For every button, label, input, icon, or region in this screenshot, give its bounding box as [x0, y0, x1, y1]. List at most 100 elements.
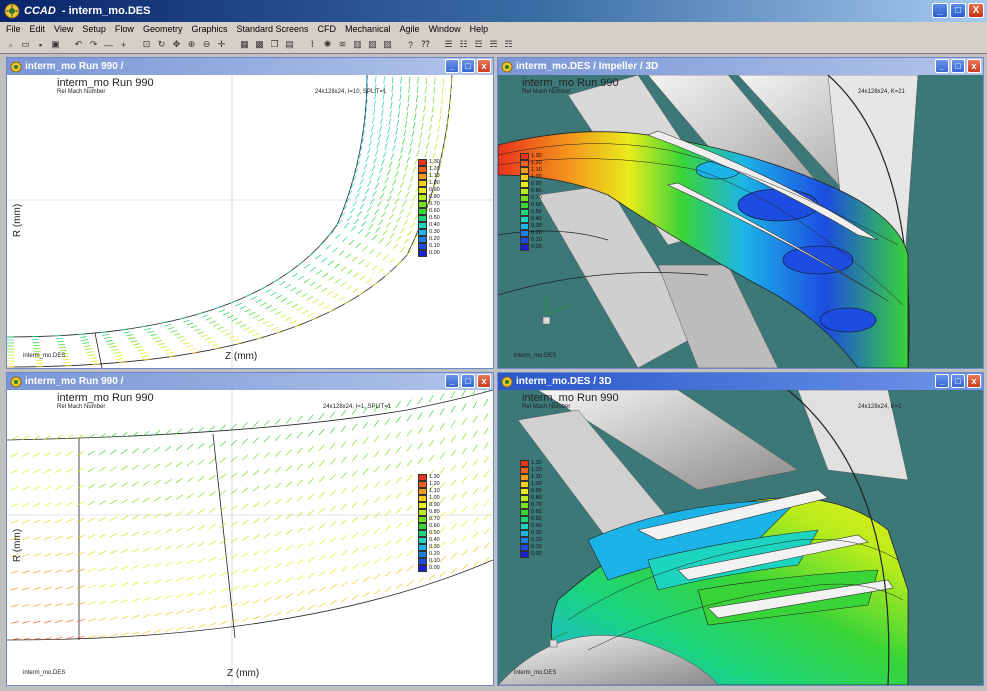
- legend-value: 0.00: [531, 244, 542, 250]
- velocity-vector: [373, 558, 381, 565]
- window-maximize-button[interactable]: □: [951, 374, 965, 388]
- run-title: interm_mo Run 990: [57, 392, 154, 404]
- legend-entry: 0.60: [418, 208, 442, 215]
- layout2-icon[interactable]: ☷: [457, 38, 470, 51]
- window-meridional-bottom[interactable]: interm_mo Run 990 / _ □ x interm_mo Run …: [6, 372, 494, 686]
- window-title-bar[interactable]: interm_mo Run 990 / _ □ x: [7, 58, 493, 75]
- grid-icon[interactable]: ▦: [238, 38, 251, 51]
- velocity-vector: [472, 444, 478, 452]
- window-minimize-button[interactable]: _: [935, 59, 949, 73]
- velocity-vector: [98, 500, 107, 505]
- save-icon[interactable]: ▪: [34, 38, 47, 51]
- window-close-button[interactable]: x: [967, 59, 981, 73]
- new-icon[interactable]: ▫: [4, 38, 17, 51]
- velocity-vector: [98, 584, 107, 588]
- menu-setup[interactable]: Setup: [82, 24, 106, 34]
- move-icon[interactable]: ✛: [215, 38, 228, 51]
- menu-graphics[interactable]: Graphics: [191, 24, 227, 34]
- file-label: interm_mo.DES: [514, 353, 557, 359]
- zoom-out-icon[interactable]: ⊖: [200, 38, 213, 51]
- flow-icon[interactable]: ≋: [336, 38, 349, 51]
- velocity-vector: [318, 602, 326, 608]
- velocity-vector: [406, 429, 412, 437]
- velocity-vector: [43, 502, 52, 507]
- report-icon[interactable]: ▨: [381, 38, 394, 51]
- window-maximize-button[interactable]: □: [461, 374, 475, 388]
- window-minimize-button[interactable]: _: [935, 374, 949, 388]
- velocity-vector: [208, 425, 216, 432]
- open-icon[interactable]: ▭: [19, 38, 32, 51]
- meridional-vector-plot[interactable]: interm_mo Run 990 Rel Mach Number 24x128…: [7, 390, 493, 685]
- window-close-button[interactable]: x: [477, 59, 491, 73]
- window-close-button[interactable]: x: [967, 374, 981, 388]
- menu-file[interactable]: File: [6, 24, 21, 34]
- print-icon[interactable]: ▣: [49, 38, 62, 51]
- legend-value: 0.40: [429, 222, 440, 228]
- mesh-icon[interactable]: ▩: [253, 38, 266, 51]
- app-title-bar: CCAD - interm_mo.DES _ □ X: [0, 0, 987, 22]
- window-minimize-button[interactable]: _: [445, 59, 459, 73]
- menu-cfd[interactable]: CFD: [318, 24, 337, 34]
- help-icon[interactable]: ?: [404, 38, 417, 51]
- menu-window[interactable]: Window: [429, 24, 461, 34]
- velocity-vector: [197, 492, 205, 498]
- zoom-box-icon[interactable]: ⊡: [140, 38, 153, 51]
- stage-icon[interactable]: ▥: [351, 38, 364, 51]
- meridional-vector-plot[interactable]: interm_mo Run 990 Rel Mach Number 24x128…: [7, 75, 493, 368]
- window-title-bar[interactable]: interm_mo Run 990 / _ □ x: [7, 373, 493, 390]
- minus-icon[interactable]: —: [102, 38, 115, 51]
- menu-edit[interactable]: Edit: [30, 24, 46, 34]
- velocity-vector: [175, 577, 184, 582]
- menu-geometry[interactable]: Geometry: [143, 24, 183, 34]
- plus-icon[interactable]: +: [117, 38, 130, 51]
- legend-entry: 0.00: [418, 565, 442, 572]
- velocity-vector: [21, 587, 30, 591]
- full-3d-view[interactable]: interm_mo Run 990 Rel Mach Number 24x128…: [498, 390, 983, 685]
- velocity-vector: [280, 314, 287, 318]
- rotate-icon[interactable]: ↻: [155, 38, 168, 51]
- window-title-bar[interactable]: interm_mo.DES / Impeller / 3D _ □ x: [498, 58, 983, 75]
- window-close-button[interactable]: x: [477, 374, 491, 388]
- menu-flow[interactable]: Flow: [115, 24, 134, 34]
- velocity-vector: [175, 527, 183, 533]
- window-title-bar[interactable]: interm_mo.DES / 3D _ □ x: [498, 373, 983, 390]
- velocity-vector: [439, 393, 445, 401]
- menu-mechanical[interactable]: Mechanical: [345, 24, 391, 34]
- impeller-icon[interactable]: ✺: [321, 38, 334, 51]
- redo-icon[interactable]: ↷: [87, 38, 100, 51]
- menu-standard-screens[interactable]: Standard Screens: [236, 24, 308, 34]
- window-impeller-3d[interactable]: interm_mo.DES / Impeller / 3D _ □ x inte…: [497, 57, 984, 369]
- window-maximize-button[interactable]: □: [951, 59, 965, 73]
- velocity-vector: [109, 633, 118, 637]
- chart-icon[interactable]: ▧: [366, 38, 379, 51]
- layout1-icon[interactable]: ☰: [442, 38, 455, 51]
- paste-icon[interactable]: ▤: [283, 38, 296, 51]
- legend-entry: 0.50: [520, 209, 544, 216]
- window-meridional-top[interactable]: interm_mo Run 990 / _ □ x interm_mo Run …: [6, 57, 494, 369]
- velocity-vector: [377, 200, 382, 208]
- velocity-vector: [208, 605, 217, 611]
- copy-icon[interactable]: ❐: [268, 38, 281, 51]
- minimize-button[interactable]: _: [932, 3, 948, 18]
- layout3-icon[interactable]: ☲: [472, 38, 485, 51]
- impeller-3d-view[interactable]: interm_mo Run 990 Rel Mach Number 24x128…: [498, 75, 983, 368]
- window-minimize-button[interactable]: _: [445, 374, 459, 388]
- velocity-vector: [366, 206, 372, 213]
- close-button[interactable]: X: [968, 3, 984, 18]
- pan-icon[interactable]: ✥: [170, 38, 183, 51]
- layout5-icon[interactable]: ☶: [502, 38, 515, 51]
- menu-agile[interactable]: Agile: [400, 24, 420, 34]
- window-full-3d[interactable]: interm_mo.DES / 3D _ □ x interm_mo Run 9…: [497, 372, 984, 686]
- layout4-icon[interactable]: ☴: [487, 38, 500, 51]
- zoom-in-icon[interactable]: ⊕: [185, 38, 198, 51]
- menu-view[interactable]: View: [54, 24, 73, 34]
- legend-value: 0.70: [531, 502, 542, 508]
- undo-icon[interactable]: ↶: [72, 38, 85, 51]
- menu-help[interactable]: Help: [470, 24, 489, 34]
- velocity-vector: [160, 345, 168, 349]
- blade-icon[interactable]: ⌇: [306, 38, 319, 51]
- window-maximize-button[interactable]: □: [461, 59, 475, 73]
- velocity-vector: [307, 477, 314, 484]
- maximize-button[interactable]: □: [950, 3, 966, 18]
- whats-this-icon[interactable]: ⁇: [419, 38, 432, 51]
